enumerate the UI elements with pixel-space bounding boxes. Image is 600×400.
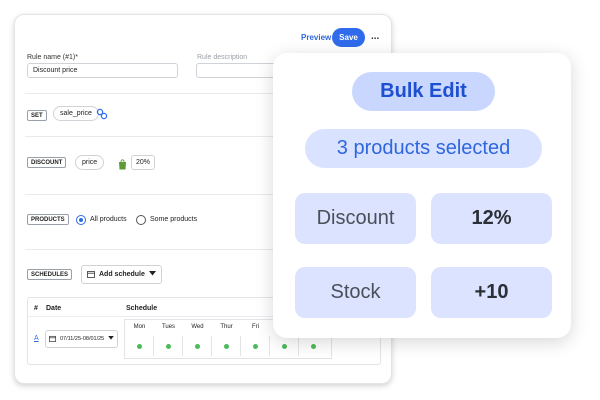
discount-field-tile[interactable]: Discount — [295, 193, 416, 244]
calendar-icon — [49, 335, 56, 344]
date-range-label: 07/11/25-08/01/25 — [60, 336, 105, 342]
discount-tag: DISCOUNT — [27, 157, 67, 168]
save-button[interactable]: Save — [332, 28, 365, 47]
all-products-label: All products — [90, 216, 127, 223]
bulk-edit-card: Bulk Edit 3 products selected Discount 1… — [273, 53, 571, 338]
stock-value-tile[interactable]: +10 — [431, 267, 552, 318]
discount-value-tile[interactable]: 12% — [431, 193, 552, 244]
date-column-header: Date — [46, 305, 62, 312]
rule-description-label: Rule description — [197, 54, 248, 61]
bulk-edit-title: Bulk Edit — [352, 72, 495, 111]
divider — [25, 249, 287, 250]
active-dot — [224, 344, 229, 349]
weekday-label: Tues — [161, 324, 176, 330]
row-index-link[interactable]: A — [34, 335, 39, 342]
date-range-dropdown[interactable]: 07/11/25-08/01/25 — [45, 330, 119, 348]
active-dot — [195, 344, 200, 349]
caret-down-icon — [148, 271, 156, 278]
set-field-pill[interactable]: sale_price — [53, 106, 99, 121]
schedule-column-header: Schedule — [126, 305, 158, 312]
calendar-icon — [87, 270, 95, 280]
add-schedule-dropdown[interactable]: Add schedule — [81, 265, 162, 284]
shopify-icon — [118, 157, 127, 170]
some-products-label: Some products — [150, 216, 198, 223]
active-dot — [166, 344, 171, 349]
set-tag: SET — [27, 110, 47, 121]
divider — [25, 194, 287, 195]
divider — [25, 93, 287, 94]
caret-down-icon — [108, 336, 115, 342]
active-dot — [311, 344, 316, 349]
schedules-tag: SCHEDULES — [27, 269, 73, 280]
rule-name-label: Rule name (#1)* — [27, 54, 78, 61]
rule-name-input[interactable]: Discount price — [27, 63, 178, 78]
products-tag: PRODUCTS — [27, 214, 69, 225]
divider — [25, 136, 287, 137]
some-products-radio[interactable] — [136, 215, 146, 225]
weekday-label: Thur — [220, 324, 233, 330]
active-dot — [282, 344, 287, 349]
add-schedule-label: Add schedule — [99, 271, 145, 278]
hash-column-header: # — [34, 305, 38, 312]
link-icon[interactable] — [96, 107, 108, 120]
active-dot — [137, 344, 142, 349]
active-dot — [253, 344, 258, 349]
discount-value-input[interactable]: 20% — [131, 155, 155, 170]
selection-count-badge: 3 products selected — [305, 129, 542, 168]
more-options-button[interactable]: ... — [371, 31, 379, 42]
stock-field-tile[interactable]: Stock — [295, 267, 416, 318]
weekday-label: Fri — [252, 324, 259, 330]
all-products-radio[interactable] — [76, 215, 86, 225]
weekday-label: Mon — [133, 324, 146, 330]
preview-button[interactable]: Preview — [301, 33, 331, 42]
discount-field-pill[interactable]: price — [75, 155, 105, 170]
weekday-label: Wed — [191, 324, 204, 330]
